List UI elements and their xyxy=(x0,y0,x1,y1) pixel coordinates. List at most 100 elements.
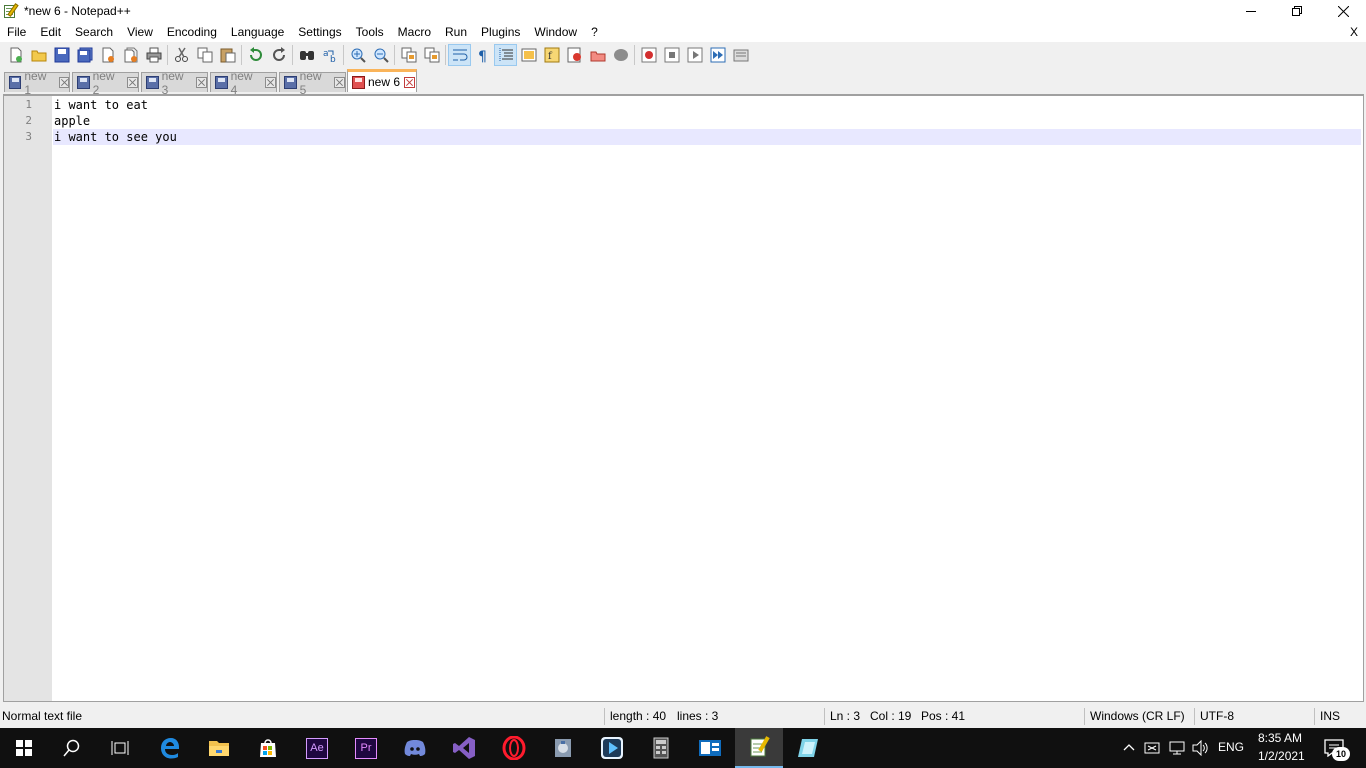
print-button[interactable] xyxy=(142,44,165,66)
monitoring-button[interactable] xyxy=(609,44,632,66)
menu-tools[interactable]: Tools xyxy=(349,22,391,42)
input-method-icon[interactable] xyxy=(1144,740,1162,756)
find-button[interactable] xyxy=(295,44,318,66)
start-button[interactable] xyxy=(0,728,48,768)
search-button[interactable] xyxy=(48,728,96,768)
clock-time[interactable]: 8:35 AM xyxy=(1258,731,1302,745)
tab-close-icon[interactable] xyxy=(58,77,69,88)
tab-close-icon[interactable] xyxy=(334,77,346,88)
zoom-in-button[interactable] xyxy=(346,44,369,66)
search-icon xyxy=(63,739,80,757)
minimize-button[interactable] xyxy=(1228,0,1274,22)
save-button[interactable] xyxy=(50,44,73,66)
close-document-button[interactable]: X xyxy=(1350,22,1358,42)
print-icon xyxy=(146,47,161,63)
cut-button[interactable] xyxy=(170,44,193,66)
tab-new-2[interactable]: new 2 xyxy=(72,69,139,97)
action-center-button[interactable]: 10 xyxy=(1322,737,1350,761)
after-effects-button[interactable]: Ae xyxy=(293,728,341,768)
outlook-button[interactable] xyxy=(686,728,734,768)
menu-view[interactable]: View xyxy=(120,22,160,42)
menu-search[interactable]: Search xyxy=(68,22,120,42)
document-map-button[interactable] xyxy=(517,44,540,66)
notepad-plus-plus-button[interactable] xyxy=(735,728,783,768)
menu-settings[interactable]: Settings xyxy=(291,22,348,42)
code-line-current[interactable]: i want to see you xyxy=(53,129,1361,145)
doc-list-button[interactable] xyxy=(586,44,609,66)
menu-help[interactable]: ? xyxy=(584,22,605,42)
menu-language[interactable]: Language xyxy=(224,22,291,42)
window-controls xyxy=(1228,0,1366,22)
replace-icon: ab xyxy=(323,49,336,63)
language-indicator[interactable]: ENG xyxy=(1218,740,1244,754)
code-line[interactable]: i want to eat xyxy=(53,97,1361,113)
close-window-button[interactable] xyxy=(1320,0,1366,22)
chevron-up-icon[interactable] xyxy=(1123,742,1135,752)
status-insert-mode[interactable]: INS xyxy=(1320,705,1340,728)
save-all-button[interactable] xyxy=(73,44,96,66)
paste-button[interactable] xyxy=(216,44,239,66)
close-button[interactable] xyxy=(96,44,119,66)
visual-studio-button[interactable] xyxy=(440,728,488,768)
notepad-plus-plus-icon[interactable] xyxy=(3,3,19,19)
menu-plugins[interactable]: Plugins xyxy=(474,22,527,42)
save-macro-button[interactable] xyxy=(729,44,752,66)
sync-vertical-button[interactable] xyxy=(397,44,420,66)
close-all-button[interactable] xyxy=(119,44,142,66)
tab-new-1[interactable]: new 1 xyxy=(4,69,70,97)
word-wrap-button[interactable] xyxy=(448,44,471,66)
app-button-2[interactable] xyxy=(784,728,832,768)
file-explorer-button[interactable] xyxy=(195,728,243,768)
copy-button[interactable] xyxy=(193,44,216,66)
tab-new-4[interactable]: new 4 xyxy=(210,69,277,97)
stop-recording-button[interactable] xyxy=(660,44,683,66)
store-button[interactable] xyxy=(244,728,292,768)
clock-date[interactable]: 1/2/2021 xyxy=(1258,749,1305,763)
opera-button[interactable] xyxy=(490,728,538,768)
menu-file[interactable]: File xyxy=(0,22,33,42)
folder-workspace-button[interactable] xyxy=(563,44,586,66)
function-list-button[interactable]: f xyxy=(540,44,563,66)
zoom-out-button[interactable] xyxy=(369,44,392,66)
playback-macro-button[interactable] xyxy=(683,44,706,66)
tab-close-icon[interactable] xyxy=(404,76,416,88)
menu-window[interactable]: Window xyxy=(527,22,584,42)
restore-button[interactable] xyxy=(1274,0,1320,22)
replace-button[interactable]: ab xyxy=(318,44,341,66)
volume-icon[interactable] xyxy=(1192,740,1210,756)
tab-close-icon[interactable] xyxy=(265,77,277,88)
menu-macro[interactable]: Macro xyxy=(391,22,438,42)
status-eol[interactable]: Windows (CR LF) xyxy=(1090,705,1185,728)
network-icon[interactable] xyxy=(1168,740,1186,756)
calculator-button[interactable] xyxy=(637,728,685,768)
menu-encoding[interactable]: Encoding xyxy=(160,22,224,42)
task-view-button[interactable] xyxy=(96,728,144,768)
media-player-button[interactable] xyxy=(588,728,636,768)
edge-button[interactable] xyxy=(146,728,194,768)
sync-horizontal-button[interactable] xyxy=(420,44,443,66)
open-file-button[interactable] xyxy=(27,44,50,66)
run-macro-multiple-button[interactable] xyxy=(706,44,729,66)
tab-new-3[interactable]: new 3 xyxy=(141,69,208,97)
app-button[interactable] xyxy=(539,728,587,768)
indent-guide-button[interactable] xyxy=(494,44,517,66)
discord-button[interactable] xyxy=(391,728,439,768)
open-file-icon xyxy=(31,50,46,62)
code-line[interactable]: apple xyxy=(53,113,1361,129)
undo-button[interactable] xyxy=(244,44,267,66)
status-encoding[interactable]: UTF-8 xyxy=(1200,705,1234,728)
tab-new-6[interactable]: new 6 xyxy=(347,69,417,92)
menu-edit[interactable]: Edit xyxy=(33,22,68,42)
redo-button[interactable] xyxy=(267,44,290,66)
premiere-button[interactable]: Pr xyxy=(342,728,390,768)
menu-run[interactable]: Run xyxy=(438,22,474,42)
tab-close-icon[interactable] xyxy=(127,77,139,88)
new-file-button[interactable] xyxy=(4,44,27,66)
tab-close-icon[interactable] xyxy=(196,77,208,88)
show-all-characters-button[interactable]: ¶ xyxy=(471,44,494,66)
record-macro-button[interactable] xyxy=(637,44,660,66)
editor-area[interactable]: 1 2 3 i want to eat apple i want to see … xyxy=(3,94,1364,702)
show-all-characters-icon: ¶ xyxy=(478,49,487,63)
tab-new-5[interactable]: new 5 xyxy=(279,69,346,97)
save-all-icon xyxy=(77,47,92,63)
